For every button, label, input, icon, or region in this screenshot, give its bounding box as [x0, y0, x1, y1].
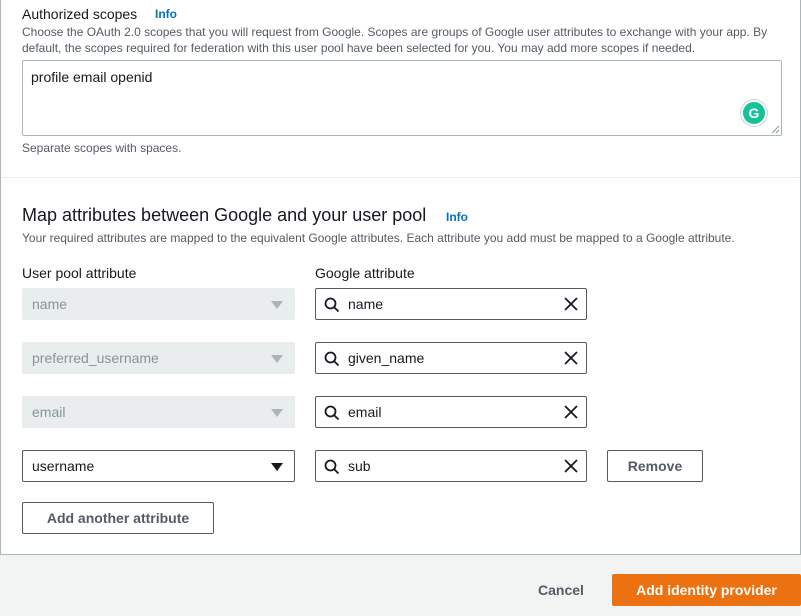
resize-handle-icon[interactable]: [771, 125, 780, 134]
remove-button[interactable]: Remove: [607, 450, 703, 482]
clear-icon[interactable]: [563, 350, 579, 366]
google-attribute-input[interactable]: name: [315, 288, 587, 320]
mapping-description: Your required attributes are mapped to t…: [22, 231, 735, 245]
scopes-value: profile email openid: [31, 69, 153, 85]
select-value: username: [32, 458, 95, 474]
add-another-attribute-button[interactable]: Add another attribute: [22, 502, 214, 534]
user-pool-attribute-select[interactable]: username: [22, 450, 295, 482]
clear-icon[interactable]: [563, 296, 579, 312]
cancel-button[interactable]: Cancel: [538, 582, 584, 598]
scopes-textarea[interactable]: profile email openid: [22, 60, 782, 136]
user-pool-attribute-select: preferred_username: [22, 342, 295, 374]
select-value: preferred_username: [32, 350, 159, 366]
section-divider: [2, 177, 800, 178]
search-icon: [324, 297, 340, 313]
scopes-description: Choose the OAuth 2.0 scopes that you wil…: [22, 25, 768, 55]
user-pool-attribute-select: name: [22, 288, 295, 320]
clear-icon[interactable]: [563, 458, 579, 474]
identity-provider-panel: Authorized scopes Info Choose the OAuth …: [0, 0, 801, 555]
caret-down-icon: [271, 409, 283, 417]
caret-down-icon: [271, 301, 283, 309]
google-attribute-value: email: [348, 404, 382, 420]
add-identity-provider-button[interactable]: Add identity provider: [612, 574, 801, 606]
google-attribute-input[interactable]: sub: [315, 450, 587, 482]
scopes-info-link[interactable]: Info: [155, 7, 177, 21]
google-attribute-input[interactable]: given_name: [315, 342, 587, 374]
search-icon: [324, 351, 340, 367]
google-attribute-value: sub: [348, 458, 371, 474]
clear-icon[interactable]: [563, 404, 579, 420]
select-value: email: [32, 404, 66, 420]
google-attribute-value: name: [348, 296, 384, 312]
user-pool-column-header: User pool attribute: [22, 265, 137, 281]
user-pool-attribute-select: email: [22, 396, 295, 428]
google-column-header: Google attribute: [315, 265, 415, 281]
google-attribute-input[interactable]: email: [315, 396, 587, 428]
scopes-label: Authorized scopes: [22, 6, 138, 22]
caret-down-icon: [271, 355, 283, 363]
search-icon: [324, 459, 340, 475]
caret-down-icon: [271, 463, 283, 471]
mapping-info-link[interactable]: Info: [446, 210, 468, 224]
search-icon: [324, 405, 340, 421]
scopes-hint: Separate scopes with spaces.: [22, 141, 182, 155]
grammarly-icon[interactable]: G: [741, 100, 767, 126]
mapping-title: Map attributes between Google and your u…: [22, 205, 427, 225]
google-attribute-value: given_name: [348, 350, 425, 366]
select-value: name: [32, 296, 68, 312]
